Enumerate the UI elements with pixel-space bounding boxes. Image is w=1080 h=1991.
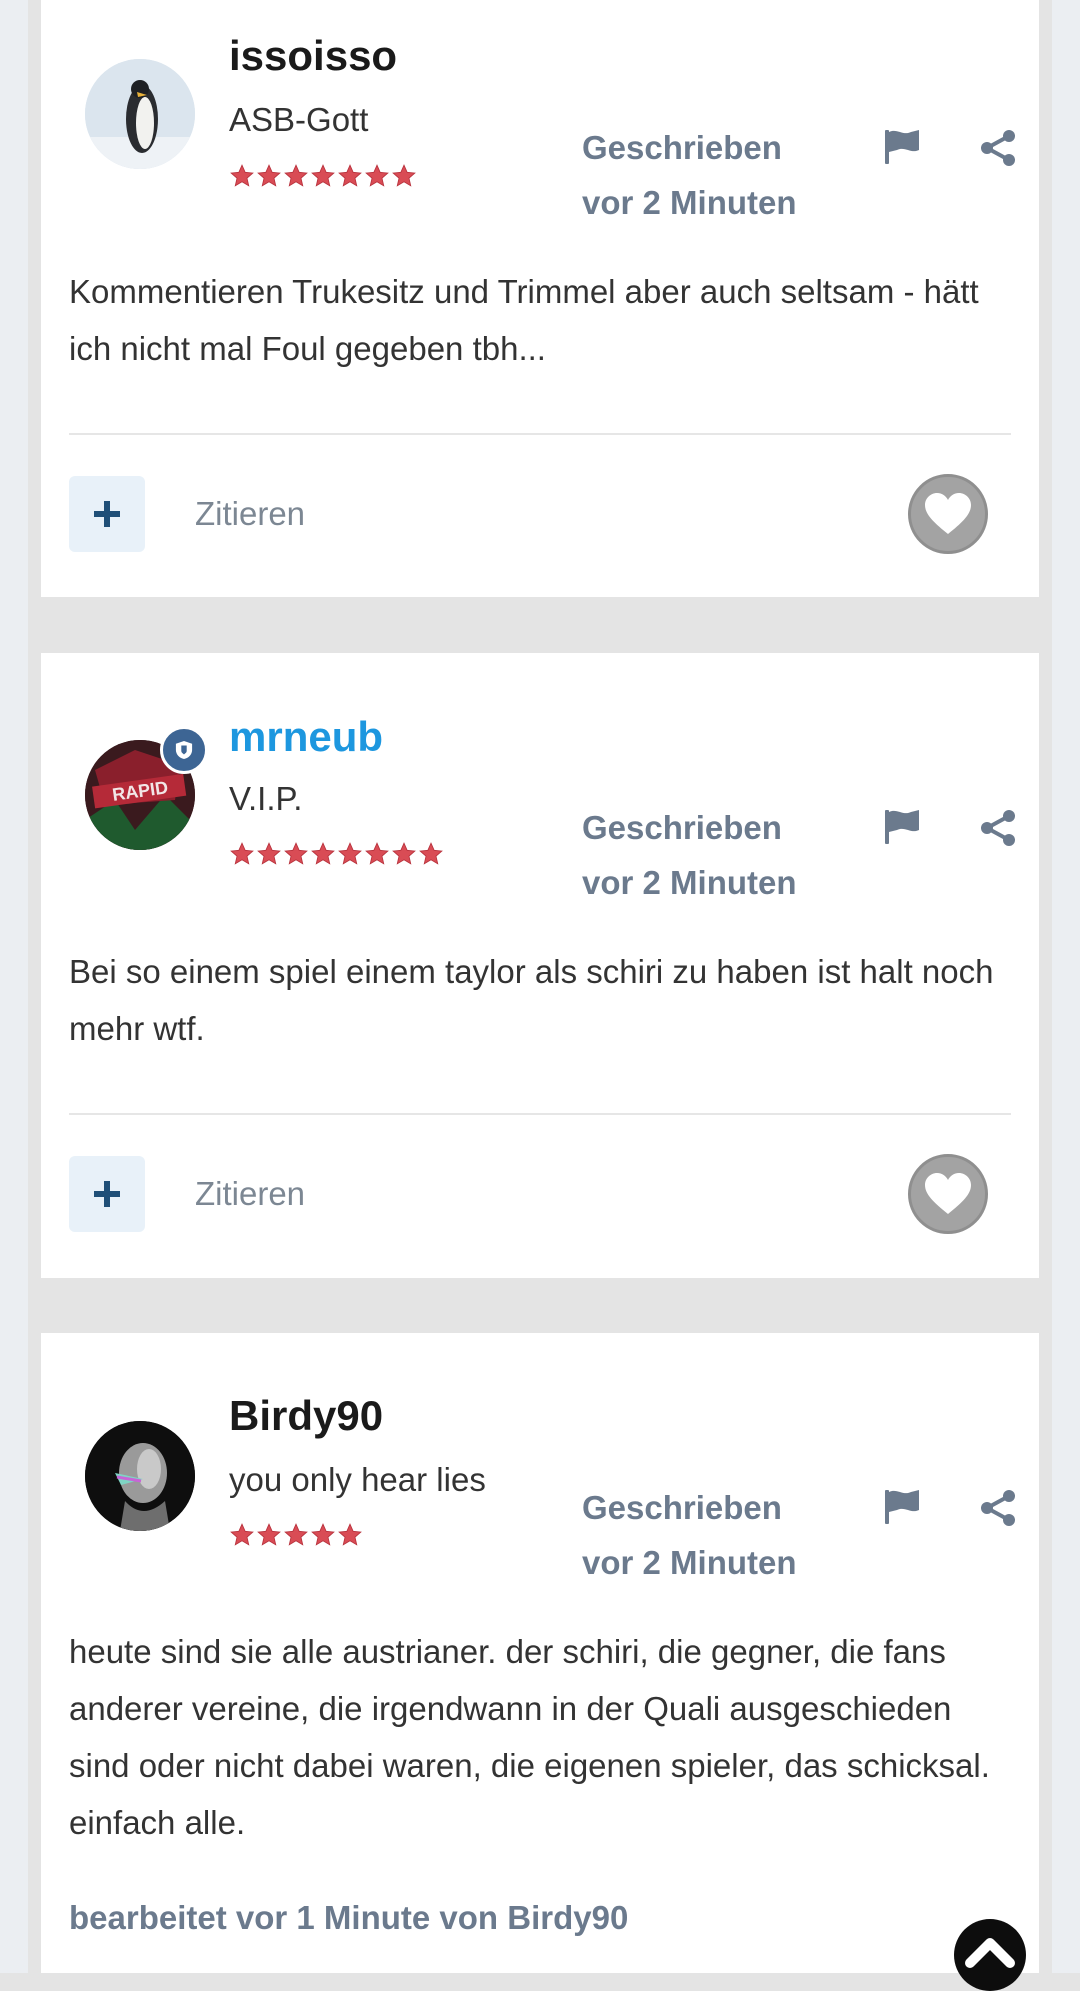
plus-icon — [94, 501, 120, 527]
post-timestamp[interactable]: Geschrieben vor 2 Minuten — [582, 1480, 822, 1590]
star-icon — [257, 1523, 281, 1546]
moderator-badge — [160, 726, 208, 774]
star-icon — [311, 1523, 335, 1546]
username[interactable]: issoisso — [229, 35, 397, 77]
like-button[interactable] — [908, 1154, 988, 1234]
username[interactable]: mrneub — [229, 716, 383, 758]
star-icon — [230, 842, 254, 865]
post-card: issoisso ASB-Gott Geschrieben vor 2 Minu… — [41, 0, 1039, 597]
post-card: RAPID mrneub V.I.P. Geschrieben vor 2 Mi… — [41, 653, 1039, 1278]
multiquote-button[interactable] — [69, 476, 145, 552]
quote-button[interactable]: Zitieren — [195, 1177, 305, 1210]
share-icon[interactable] — [978, 128, 1018, 168]
star-icon — [338, 164, 362, 187]
post-content: Bei so einem spiel einem taylor als schi… — [69, 953, 994, 1047]
star-icon — [257, 842, 281, 865]
quote-button[interactable]: Zitieren — [195, 497, 305, 530]
star-icon — [284, 1523, 308, 1546]
star-icon — [365, 164, 389, 187]
star-icon — [230, 1523, 254, 1546]
star-icon — [419, 842, 443, 865]
star-icon — [338, 842, 362, 865]
post-content: Kommentieren Trukesitz und Trimmel aber … — [69, 273, 979, 367]
divider — [69, 1113, 1011, 1115]
star-icon — [338, 1523, 362, 1546]
edited-note: bearbeitet vor 1 Minute von Birdy90 — [69, 1899, 629, 1936]
star-icon — [392, 842, 416, 865]
plus-icon — [94, 1181, 120, 1207]
report-flag-icon[interactable] — [881, 1486, 923, 1528]
star-icon — [365, 842, 389, 865]
user-rank: V.I.P. — [229, 780, 303, 817]
report-flag-icon[interactable] — [881, 806, 923, 848]
divider — [69, 433, 1011, 435]
rank-stars — [229, 1522, 363, 1548]
shield-icon — [175, 741, 193, 759]
right-gutter — [1052, 0, 1080, 1973]
scroll-to-top-button[interactable] — [954, 1919, 1026, 1991]
star-icon — [284, 164, 308, 187]
heart-icon — [925, 493, 971, 534]
rank-stars — [229, 163, 417, 189]
rank-stars — [229, 841, 444, 867]
post-card: Birdy90 you only hear lies Geschrieben v… — [41, 1333, 1039, 1973]
star-icon — [284, 842, 308, 865]
share-icon[interactable] — [978, 1488, 1018, 1528]
star-icon — [230, 164, 254, 187]
user-avatar[interactable] — [85, 59, 195, 169]
post-content: heute sind sie alle austrianer. der schi… — [69, 1633, 990, 1841]
star-icon — [257, 164, 281, 187]
user-rank: ASB-Gott — [229, 101, 369, 138]
like-button[interactable] — [908, 474, 988, 554]
left-gutter — [0, 0, 28, 1973]
user-rank: you only hear lies — [229, 1461, 486, 1498]
report-flag-icon[interactable] — [881, 126, 923, 168]
heart-icon — [925, 1173, 971, 1214]
star-icon — [392, 164, 416, 187]
share-icon[interactable] — [978, 808, 1018, 848]
username[interactable]: Birdy90 — [229, 1395, 383, 1437]
user-avatar[interactable] — [85, 1421, 195, 1531]
star-icon — [311, 842, 335, 865]
post-timestamp[interactable]: Geschrieben vor 2 Minuten — [582, 800, 822, 910]
post-timestamp[interactable]: Geschrieben vor 2 Minuten — [582, 120, 822, 230]
multiquote-button[interactable] — [69, 1156, 145, 1232]
chevron-up-icon — [965, 1938, 1015, 1968]
star-icon — [311, 164, 335, 187]
